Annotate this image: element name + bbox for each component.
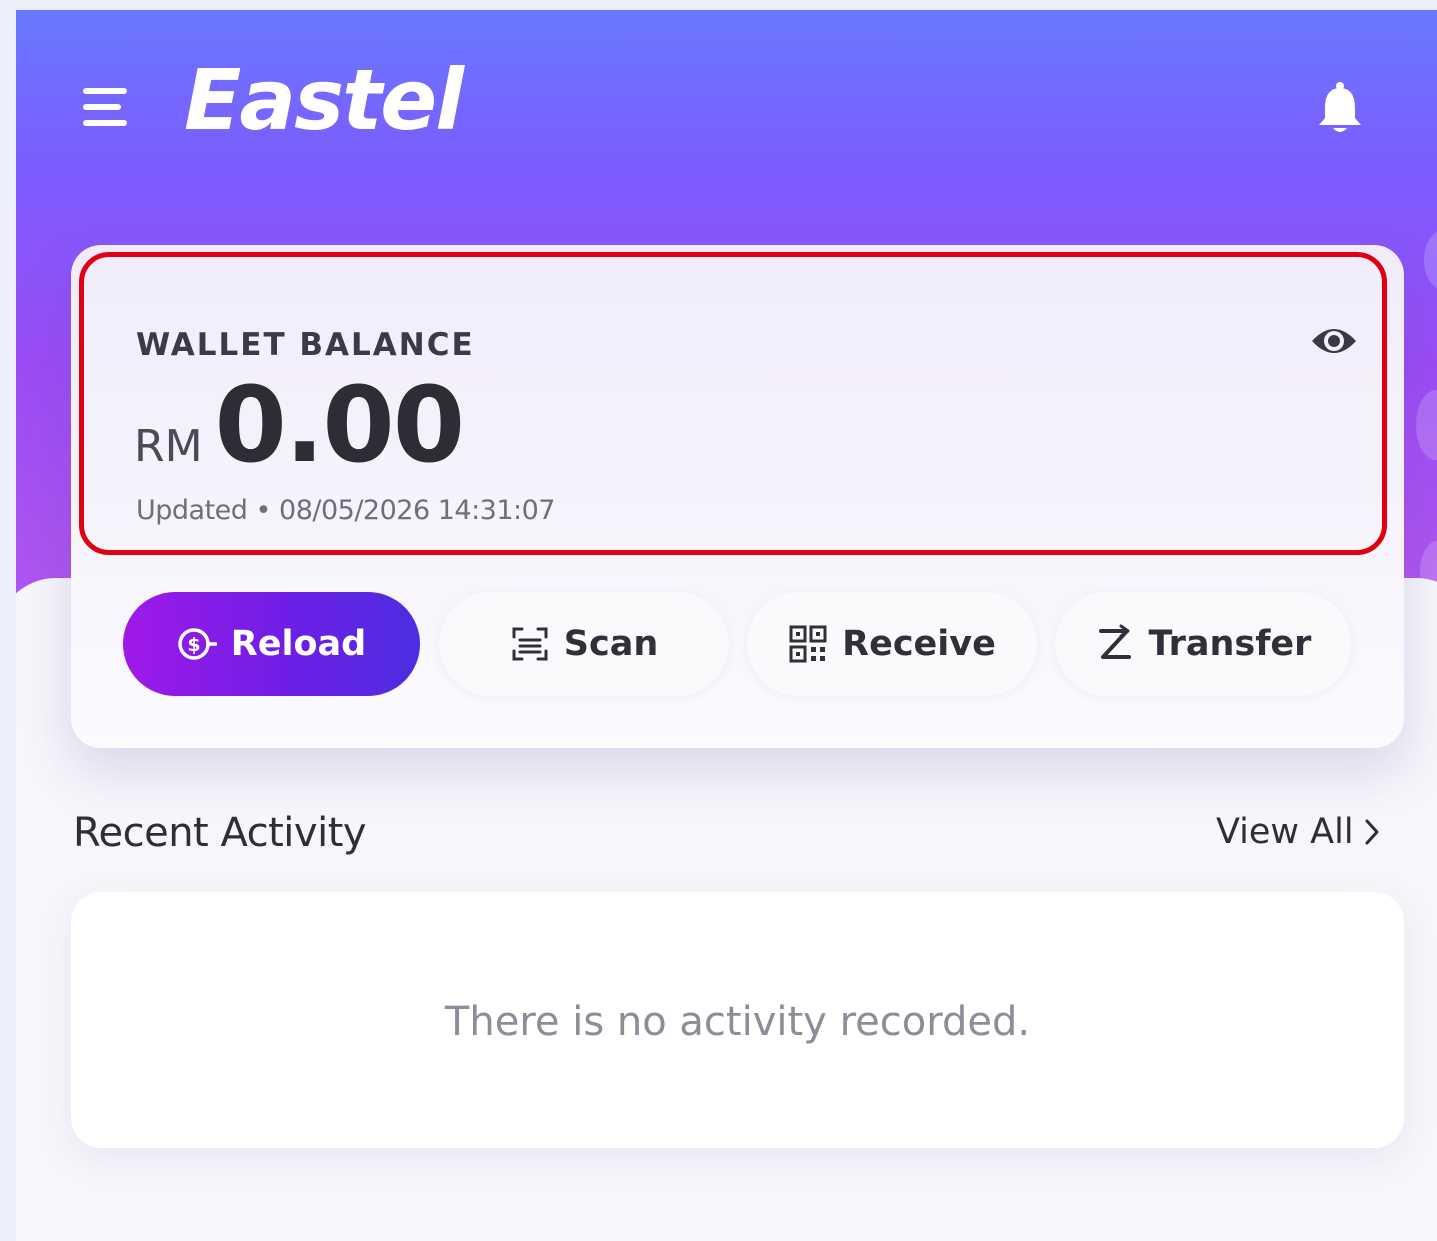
wallet-balance-label: WALLET BALANCE [136,327,475,363]
reload-button[interactable]: $ Reload [123,592,420,696]
hamburger-menu-icon[interactable] [83,80,129,130]
app-screen: Eastel WALLET BALANCE RM 0.00 Updated • … [16,10,1437,1241]
decorative-circle [1424,230,1437,290]
app-logo: Eastel [184,51,464,149]
dollar-coin-icon: $ [177,624,218,664]
wallet-balance-section: WALLET BALANCE RM 0.00 Updated • 08/05/2… [79,252,1387,555]
empty-activity-message: There is no activity recorded. [444,999,1031,1045]
scan-button[interactable]: Scan [439,592,729,696]
reload-button-label: Reload [230,624,367,664]
recent-activity-title: Recent Activity [73,810,367,856]
wallet-actions: $ Reload Scan Receive Transfer [123,592,1353,700]
eye-icon[interactable] [1309,321,1359,361]
scan-button-label: Scan [563,624,659,664]
decorative-circle [1416,390,1437,460]
transfer-button-label: Transfer [1148,624,1312,664]
svg-text:$: $ [187,634,200,656]
balance-value: 0.00 [214,364,466,486]
top-bar: Eastel [16,10,1437,200]
chevron-right-icon [1365,819,1379,845]
transfer-icon [1095,624,1135,664]
decorative-circle [1420,540,1437,600]
currency-label: RM [134,421,203,472]
view-all-link[interactable]: View All [1216,812,1380,852]
wallet-card: WALLET BALANCE RM 0.00 Updated • 08/05/2… [71,245,1404,748]
recent-activity-card: There is no activity recorded. [71,892,1404,1148]
bell-icon[interactable] [1314,80,1366,136]
receive-button-label: Receive [842,624,996,664]
transfer-button[interactable]: Transfer [1055,592,1351,696]
balance-updated-timestamp: Updated • 08/05/2026 14:31:07 [136,495,555,526]
scan-icon [510,624,550,664]
receive-button[interactable]: Receive [747,592,1037,696]
view-all-label: View All [1216,812,1354,852]
balance-amount: RM 0.00 [134,364,466,486]
qr-code-icon [788,624,828,664]
